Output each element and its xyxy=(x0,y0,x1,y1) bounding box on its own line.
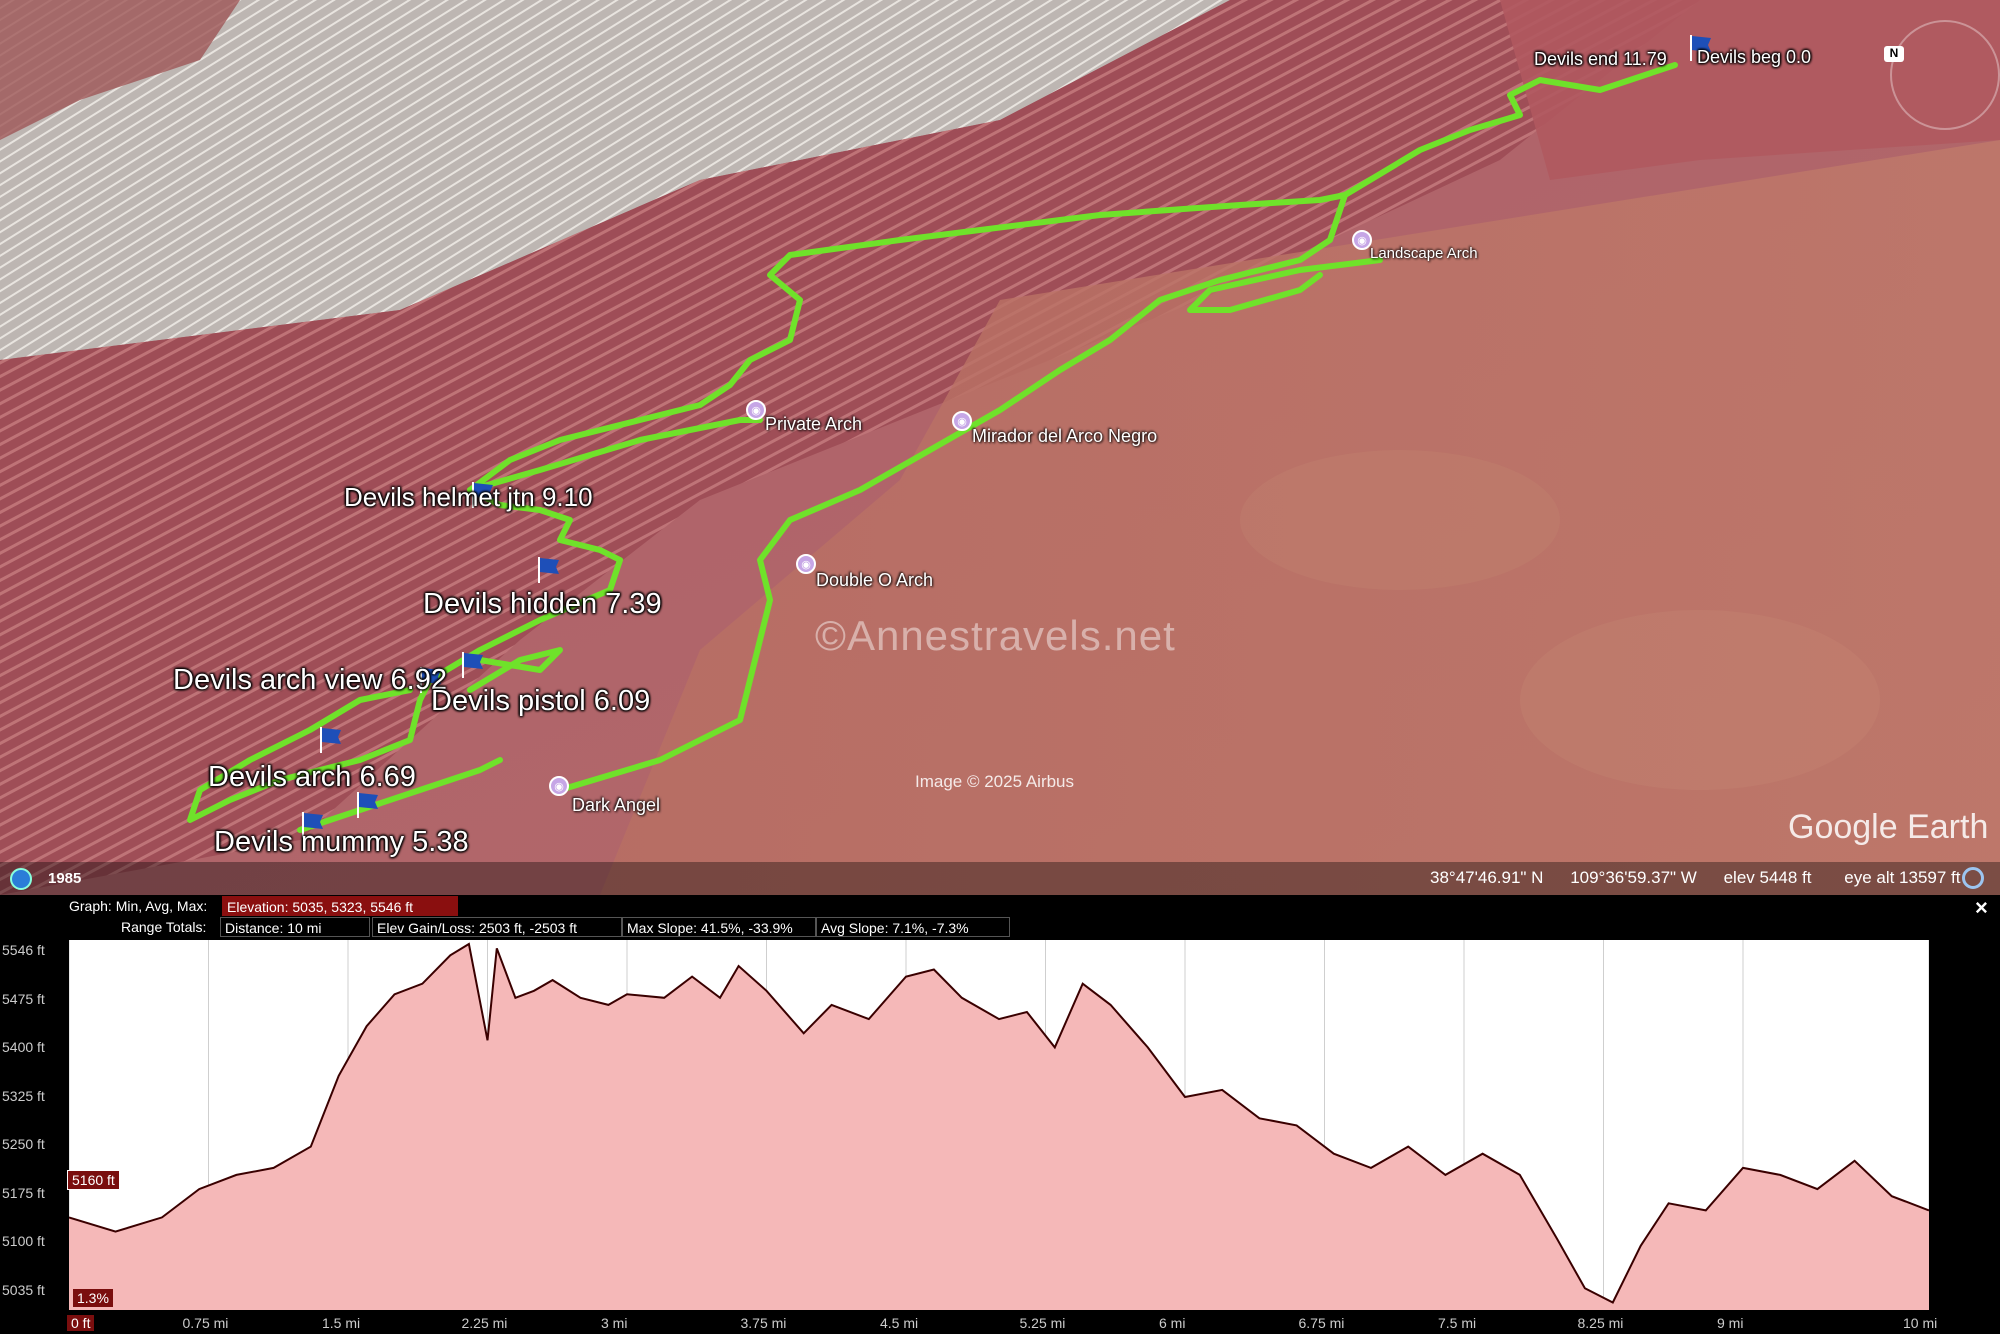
waypoint-devils-hidden[interactable]: Devils hidden 7.39 xyxy=(423,588,662,621)
waypoint-devils-beg[interactable]: Devils beg 0.0 xyxy=(1697,47,1811,68)
elevation-stat[interactable]: Elevation: 5035, 5323, 5546 ft xyxy=(222,896,458,916)
x-tick-label: 5.25 mi xyxy=(1019,1315,1066,1331)
avg-slope[interactable]: Avg Slope: 7.1%, -7.3% xyxy=(816,917,1010,937)
x-tick-label: 4.5 mi xyxy=(880,1315,919,1331)
x-tick-label: 3.75 mi xyxy=(740,1315,787,1331)
waypoint-devils-helmet[interactable]: Devils helmet jtn 9.10 xyxy=(344,482,593,513)
y-tick-label: 5250 ft xyxy=(2,1136,45,1152)
y-tick-label: 5475 ft xyxy=(2,990,45,1007)
longitude: 109°36'59.37" W xyxy=(1570,868,1697,887)
camera-pin-icon[interactable]: ◉ xyxy=(1352,230,1372,250)
y-tick-label: 5100 ft xyxy=(2,1233,45,1249)
waypoint-devils-end[interactable]: Devils end 11.79 xyxy=(1534,49,1667,70)
coordinates-readout: 38°47'46.91" N 109°36'59.37" W elev 5448… xyxy=(1430,868,1983,888)
camera-pin-icon[interactable]: ◉ xyxy=(796,554,816,574)
elev-gain-loss: Elev Gain/Loss: 2503 ft, -2503 ft xyxy=(372,917,622,937)
flag-icon[interactable] xyxy=(318,725,344,755)
historical-imagery-icon[interactable] xyxy=(10,868,32,890)
camera-pin-icon[interactable]: ◉ xyxy=(746,400,766,420)
x-tick-label: 3 mi xyxy=(601,1315,628,1331)
status-bar: 1985 38°47'46.91" N 109°36'59.37" W elev… xyxy=(0,862,2000,895)
x-tick-label: 1.5 mi xyxy=(322,1315,361,1331)
waypoint-devils-arch-view[interactable]: Devils arch view 6.92 xyxy=(173,664,447,697)
waypoint-devils-arch[interactable]: Devils arch 6.69 xyxy=(208,761,416,794)
x-tick-label: 6.75 mi xyxy=(1298,1315,1345,1331)
flag-icon[interactable] xyxy=(536,555,562,585)
elevation-chart[interactable] xyxy=(69,940,1929,1310)
cursor-slope-badge: 1.3% xyxy=(73,1289,113,1307)
google-earth-logo: Google Earth xyxy=(1788,808,1989,846)
x-tick-label: 7.5 mi xyxy=(1438,1315,1477,1331)
distance-total: Distance: 10 mi xyxy=(220,917,370,937)
flag-icon[interactable] xyxy=(460,650,486,680)
camera-pin-icon[interactable]: ◉ xyxy=(549,776,569,796)
poi-dark-angel[interactable]: Dark Angel xyxy=(572,795,660,816)
y-tick-label: 5546 ft xyxy=(2,942,45,958)
poi-private-arch[interactable]: Private Arch xyxy=(765,414,862,435)
poi-mirador[interactable]: Mirador del Arco Negro xyxy=(972,426,1157,447)
x-tick-label: 0.75 mi xyxy=(182,1315,229,1331)
map-view[interactable]: Devils end 11.79 Devils beg 0.0 Devils h… xyxy=(0,0,2000,895)
poi-landscape-arch[interactable]: Landscape Arch xyxy=(1370,245,1478,262)
imagery-year: 1985 xyxy=(48,870,82,887)
x-tick-label: 0 ft xyxy=(67,1315,95,1331)
camera-pin-icon[interactable]: ◉ xyxy=(952,411,972,431)
max-slope[interactable]: Max Slope: 41.5%, -33.9% xyxy=(622,917,816,937)
flag-icon[interactable] xyxy=(355,790,381,820)
watermark: ©Annestravels.net xyxy=(815,612,1176,659)
cursor-elevation-badge: 5160 ft xyxy=(67,1170,120,1190)
compass-north-icon[interactable]: N xyxy=(1884,46,1904,62)
compass-ring[interactable] xyxy=(1890,20,2000,130)
imagery-credit: Image © 2025 Airbus xyxy=(915,772,1075,791)
elevation-profile-panel: Graph: Min, Avg, Max: Elevation: 5035, 5… xyxy=(0,895,2000,1334)
globe-icon[interactable] xyxy=(1962,867,1984,889)
x-tick-label: 2.25 mi xyxy=(461,1315,508,1331)
waypoint-devils-mummy[interactable]: Devils mummy 5.38 xyxy=(214,826,469,859)
elevation-readout: elev 5448 ft xyxy=(1723,868,1812,887)
waypoint-devils-pistol[interactable]: Devils pistol 6.09 xyxy=(431,685,650,718)
y-tick-label: 5175 ft xyxy=(2,1184,45,1201)
y-tick-label: 5400 ft xyxy=(2,1039,45,1055)
poi-double-o-arch[interactable]: Double O Arch xyxy=(816,570,933,591)
x-tick-label: 8.25 mi xyxy=(1577,1315,1624,1331)
x-tick-label: 9 mi xyxy=(1717,1315,1744,1331)
range-totals-label: Range Totals: xyxy=(121,919,207,935)
latitude: 38°47'46.91" N xyxy=(1430,868,1544,887)
y-tick-label: 5035 ft xyxy=(2,1281,45,1298)
eye-altitude-readout: eye alt 13597 ft xyxy=(1844,868,1961,887)
elevation-chart-svg xyxy=(69,940,1929,1310)
y-tick-label: 5325 ft xyxy=(2,1087,45,1104)
x-tick-label: 10 mi xyxy=(1903,1315,1938,1331)
close-icon[interactable]: × xyxy=(1975,895,1988,921)
x-tick-label: 6 mi xyxy=(1159,1315,1186,1331)
graph-label: Graph: Min, Avg, Max: xyxy=(69,898,208,914)
